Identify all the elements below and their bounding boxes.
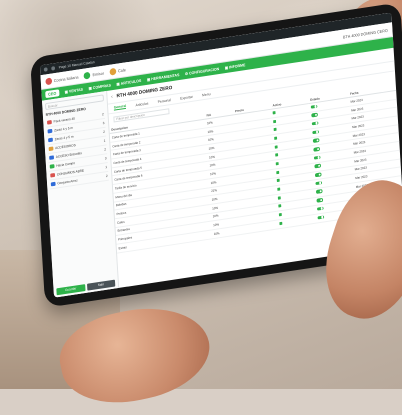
check-icon[interactable]: [275, 153, 279, 157]
flag-icon: [50, 181, 56, 187]
nav-label: INFORME: [228, 62, 246, 70]
sidebar-item-count: 2: [105, 173, 108, 179]
gear-icon: ⚙: [184, 71, 189, 77]
nav-item[interactable]: ▣ COMPRAS: [88, 82, 111, 91]
topbar-right-text: BTH 4000 DOMING CERO: [342, 27, 388, 40]
toggle-switch[interactable]: [311, 121, 319, 126]
flag-icon: [48, 137, 53, 143]
flag-icon: [48, 146, 54, 152]
check-icon[interactable]: [273, 119, 277, 123]
sidebar-item-count: 2: [103, 129, 106, 134]
nav-label: COMPRAS: [92, 82, 111, 90]
toggle-switch[interactable]: [316, 198, 323, 203]
badge-label: Cocina Italiana: [53, 73, 79, 83]
sidebar-item-count: 2: [101, 112, 104, 117]
chart-icon: ▣: [224, 65, 229, 71]
toggle-switch[interactable]: [312, 129, 319, 135]
sidebar-list: Pack verano 40 2 Zaras 4 y 5 m 3 Zaras 4 y 5…: [45, 110, 109, 190]
check-icon[interactable]: [278, 204, 282, 208]
flag-icon: [46, 120, 52, 125]
toggle-switch[interactable]: [312, 138, 320, 143]
check-icon[interactable]: [279, 213, 283, 217]
exit-button[interactable]: Salir: [86, 279, 116, 291]
toggle-switch[interactable]: [315, 181, 322, 186]
badge-icon: [45, 76, 53, 85]
save-button[interactable]: Guardar: [56, 284, 86, 296]
toggle-switch[interactable]: [310, 104, 318, 109]
back-arrow-icon[interactable]: ‹: [111, 94, 113, 100]
toggle-switch[interactable]: [316, 206, 324, 211]
check-icon[interactable]: [276, 161, 280, 166]
topbar-badge[interactable]: Emisor: [83, 69, 105, 80]
nav-item[interactable]: ▣ VENTAS: [64, 87, 84, 95]
flag-icon: [49, 155, 55, 160]
sidebar-buttons: Guardar Salir: [56, 279, 116, 296]
check-icon[interactable]: [276, 170, 280, 174]
tab-general[interactable]: General: [113, 103, 127, 111]
tab-personal[interactable]: Personal: [158, 98, 171, 104]
badge-icon: [109, 67, 117, 76]
nav-label: ARTICULOS: [120, 78, 142, 86]
tool-icon: ▣: [146, 77, 151, 82]
flag-icon: [47, 128, 53, 134]
toggle-switch[interactable]: [313, 155, 321, 160]
sidebar-item-count: 2: [104, 147, 107, 152]
box-icon: ▣: [116, 82, 120, 87]
badge-label: Emisor: [92, 70, 105, 77]
check-icon[interactable]: [277, 187, 281, 191]
toggle-switch[interactable]: [311, 112, 318, 118]
tab-articulos[interactable]: Articulos: [135, 101, 148, 107]
check-icon[interactable]: [275, 144, 278, 149]
nav-label: VENTAS: [68, 87, 84, 94]
topbar-badge[interactable]: Cocina Italiana: [45, 73, 79, 85]
browser-dot[interactable]: [51, 66, 56, 71]
tab-menu[interactable]: Menu: [202, 92, 211, 97]
check-icon[interactable]: [274, 136, 278, 140]
sidebar-item-count: 1: [103, 138, 106, 143]
nav-item[interactable]: ▣ INFORME: [224, 62, 246, 71]
flag-icon: [49, 164, 55, 169]
check-icon[interactable]: [279, 221, 283, 225]
flag-icon: [50, 172, 56, 178]
sidebar: Buscar RTH 4000 DOMING ZERO Pack verano …: [42, 90, 120, 298]
sidebar-item-count: 3: [104, 156, 107, 161]
bag-icon: ▣: [88, 86, 93, 91]
tab-exportar[interactable]: Exportar: [180, 94, 193, 100]
check-icon[interactable]: [277, 178, 281, 183]
check-icon[interactable]: [278, 195, 282, 200]
toggle-switch[interactable]: [314, 172, 322, 177]
toggle-switch[interactable]: [314, 163, 321, 169]
toggle-switch[interactable]: [317, 215, 324, 220]
sidebar-item-count: 3: [102, 121, 105, 126]
sidebar-item-count: 1: [105, 165, 108, 170]
cart-icon: ▣: [64, 89, 69, 95]
badge-label: Cafe: [117, 66, 126, 73]
toggle-switch[interactable]: [313, 146, 320, 152]
topbar-badge[interactable]: Cafe: [109, 66, 126, 76]
check-icon[interactable]: [273, 127, 277, 132]
toggle-switch[interactable]: [315, 189, 323, 194]
app-logo[interactable]: CEO: [45, 89, 60, 99]
check-icon[interactable]: [272, 110, 276, 115]
badge-icon: [83, 71, 91, 80]
browser-dot[interactable]: [43, 67, 48, 72]
